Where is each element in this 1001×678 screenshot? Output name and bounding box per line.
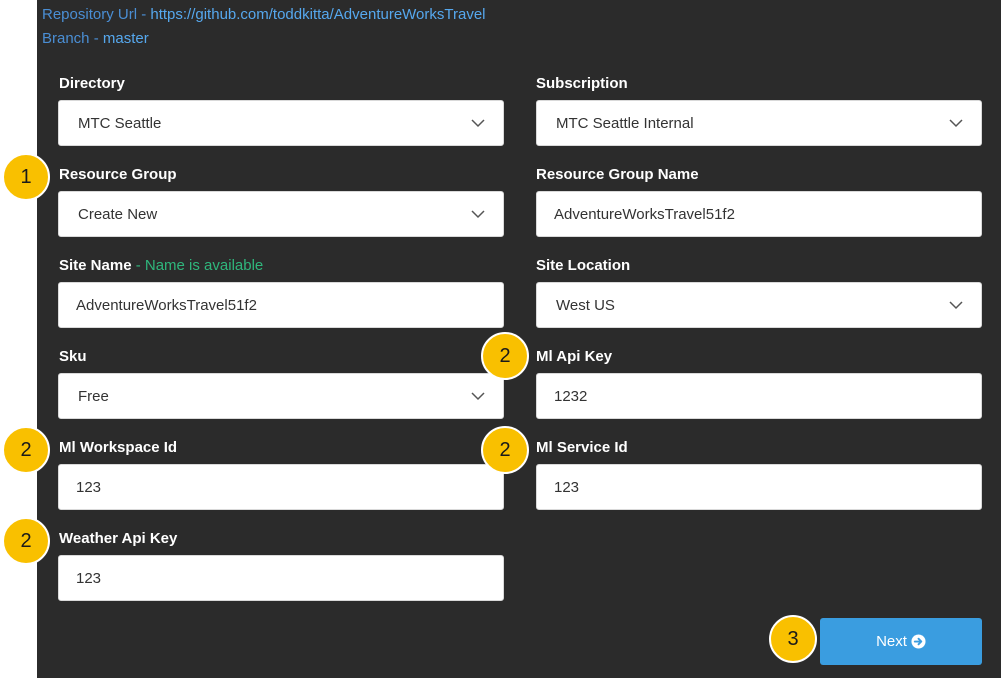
site-name-label-text: Site Name (59, 257, 132, 274)
directory-select[interactable]: MTC Seattle (58, 100, 504, 146)
resource-group-name-value: AdventureWorksTravel51f2 (554, 205, 735, 223)
ml-workspace-id-input[interactable]: 123 (58, 464, 504, 510)
weather-api-key-input[interactable]: 123 (58, 555, 504, 601)
branch-line: Branch - master (42, 30, 149, 47)
site-name-input[interactable]: AdventureWorksTravel51f2 (58, 282, 504, 328)
repository-url-label: Repository Url - (42, 6, 151, 23)
site-location-label: Site Location (536, 257, 631, 274)
callout-badge-2-ml-workspace-id: 2 (2, 426, 50, 474)
directory-label: Directory (59, 75, 125, 92)
weather-api-key-value: 123 (76, 569, 102, 587)
next-button[interactable]: Next (820, 618, 982, 665)
ml-service-id-input[interactable]: 123 (536, 464, 982, 510)
site-location-select[interactable]: West US (536, 282, 982, 328)
resource-group-value: Create New (78, 205, 158, 223)
ml-workspace-id-label: Ml Workspace Id (59, 439, 178, 456)
chevron-down-icon (949, 119, 963, 128)
callout-badge-2-weather-api-key: 2 (2, 517, 50, 565)
site-name-label: Site Name - Name is available (59, 257, 263, 274)
callout-badge-1: 1 (2, 153, 50, 201)
ml-api-key-label: Ml Api Key (536, 348, 613, 365)
sku-label: Sku (59, 348, 87, 365)
subscription-label: Subscription (536, 75, 628, 92)
directory-value: MTC Seattle (78, 114, 162, 132)
chevron-down-icon (471, 210, 485, 219)
ml-service-id-label: Ml Service Id (536, 439, 628, 456)
resource-group-name-label: Resource Group Name (536, 166, 699, 183)
callout-badge-2-ml-api-key: 2 (481, 332, 529, 380)
repository-url-link[interactable]: https://github.com/toddkitta/AdventureWo… (150, 6, 485, 23)
site-location-value: West US (556, 296, 615, 314)
ml-workspace-id-value: 123 (76, 478, 102, 496)
weather-api-key-label: Weather Api Key (59, 530, 178, 547)
ml-service-id-value: 123 (554, 478, 580, 496)
resource-group-name-input[interactable]: AdventureWorksTravel51f2 (536, 191, 982, 237)
branch-value: master (102, 30, 149, 47)
arrow-circle-right-icon (911, 634, 926, 649)
subscription-value: MTC Seattle Internal (556, 114, 694, 132)
site-name-value: AdventureWorksTravel51f2 (76, 296, 257, 314)
subscription-select[interactable]: MTC Seattle Internal (536, 100, 982, 146)
site-name-availability: - Name is available (131, 257, 264, 274)
ml-api-key-input[interactable]: 1232 (536, 373, 982, 419)
callout-badge-2-ml-service-id: 2 (481, 426, 529, 474)
resource-group-label: Resource Group (59, 166, 177, 183)
sku-value: Free (78, 387, 109, 405)
chevron-down-icon (949, 301, 963, 310)
chevron-down-icon (471, 392, 485, 401)
next-button-label: Next (876, 633, 907, 650)
repository-url-line: Repository Url - https://github.com/todd… (42, 6, 486, 23)
chevron-down-icon (471, 119, 485, 128)
sku-select[interactable]: Free (58, 373, 504, 419)
ml-api-key-value: 1232 (554, 387, 588, 405)
resource-group-select[interactable]: Create New (58, 191, 504, 237)
branch-label: Branch - (42, 30, 103, 47)
callout-badge-3: 3 (769, 615, 817, 663)
